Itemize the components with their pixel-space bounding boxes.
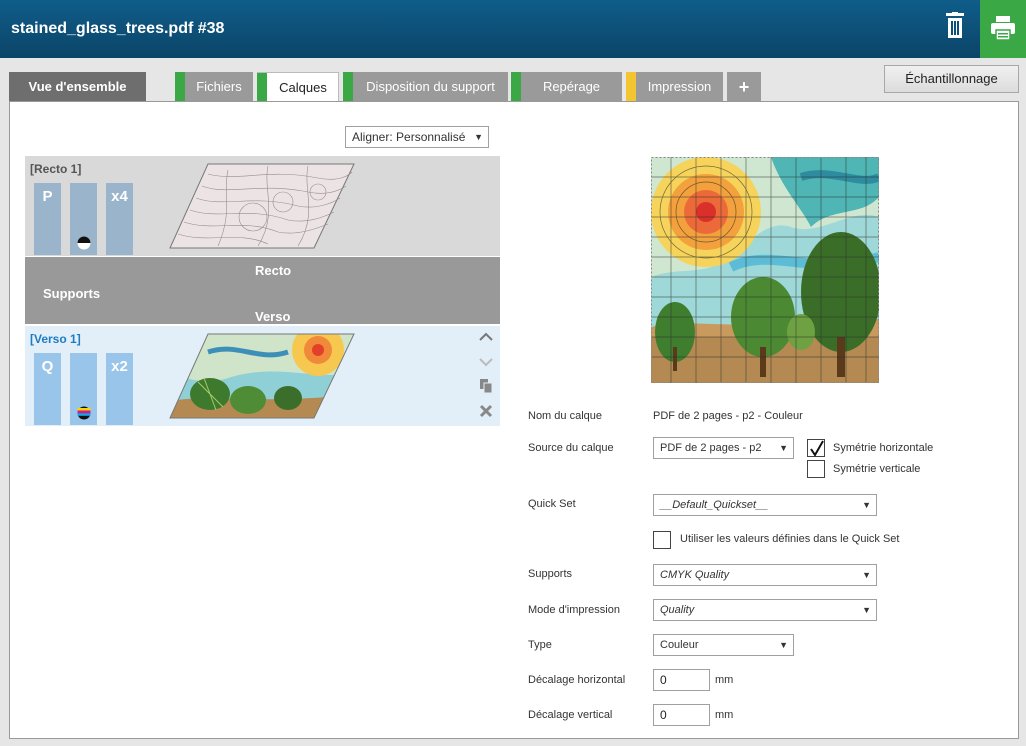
supports-select[interactable]: CMYK Quality ▼ <box>653 564 877 586</box>
tab-layers[interactable]: Calques <box>257 72 339 103</box>
layer-recto-page: P <box>34 183 61 255</box>
window-title: stained_glass_trees.pdf #38 <box>11 20 225 37</box>
print-mode-value: Quality <box>660 604 695 616</box>
chevron-down-icon: ▼ <box>862 500 871 510</box>
offset-horizontal-label: Décalage horizontal <box>528 674 626 686</box>
printer-icon <box>991 16 1015 41</box>
offset-vertical-unit: mm <box>715 709 734 721</box>
layer-verso[interactable]: [Verso 1] Q x2 <box>25 326 500 426</box>
quickset-value: __Default_Quickset__ <box>660 499 769 511</box>
chevron-down-icon: ▼ <box>862 570 871 580</box>
tab-print-status <box>626 72 636 102</box>
layer-preview-image <box>651 157 879 383</box>
mirror-vertical-label: Symétrie verticale <box>833 463 921 475</box>
print-mode-select[interactable]: Quality ▼ <box>653 599 877 621</box>
offset-horizontal-unit: mm <box>715 674 734 686</box>
layer-verso-thumbnail <box>169 333 355 419</box>
tab-print[interactable]: Impression <box>626 72 723 102</box>
tab-overview[interactable]: Vue d'ensemble <box>9 72 146 102</box>
layer-recto-label: [Recto 1] <box>30 162 82 176</box>
layer-recto[interactable]: [Recto 1] P x4 <box>25 156 500 256</box>
layer-recto-copies: x4 <box>106 183 133 255</box>
title-bar: stained_glass_trees.pdf #38 <box>0 0 1026 58</box>
quickset-select[interactable]: __Default_Quickset__ ▼ <box>653 494 877 516</box>
layer-source-select[interactable]: PDF de 2 pages - p2 ▼ <box>653 437 794 459</box>
recto-heading: Recto <box>255 263 292 278</box>
type-value: Couleur <box>660 639 699 651</box>
offset-horizontal-input[interactable]: 0 <box>653 669 710 691</box>
layer-verso-ink <box>70 353 97 425</box>
mirror-horizontal-checkbox[interactable] <box>807 439 825 457</box>
align-select-value: Aligner: Personnalisé <box>352 130 466 144</box>
layer-source-label: Source du calque <box>528 442 614 454</box>
type-select[interactable]: Couleur ▼ <box>653 634 794 656</box>
sampling-button[interactable]: Échantillonnage <box>884 65 1019 93</box>
quickset-label: Quick Set <box>528 498 576 510</box>
add-tab-button[interactable]: + <box>727 72 761 102</box>
layer-verso-page: Q <box>34 353 61 425</box>
layer-name-value: PDF de 2 pages - p2 - Couleur <box>653 410 803 422</box>
trash-icon[interactable] <box>942 12 968 40</box>
move-down-icon[interactable] <box>477 354 495 372</box>
use-quickset-checkbox[interactable] <box>653 531 671 549</box>
print-mode-label: Mode d'impression <box>528 604 620 616</box>
black-ink-icon <box>77 236 91 250</box>
delete-icon[interactable] <box>477 403 495 421</box>
supports-value: CMYK Quality <box>660 569 730 581</box>
use-quickset-label: Utiliser les valeurs définies dans le Qu… <box>680 533 900 545</box>
verso-heading: Verso <box>255 309 291 324</box>
type-label: Type <box>528 639 552 651</box>
tab-files-label: Fichiers <box>196 79 242 94</box>
tab-layers-status <box>257 73 267 103</box>
tab-media-layout-label: Disposition du support <box>366 79 495 94</box>
mirror-vertical-checkbox[interactable] <box>807 460 825 478</box>
chevron-down-icon: ▼ <box>779 640 788 650</box>
print-button[interactable] <box>980 0 1026 58</box>
tab-overview-label: Vue d'ensemble <box>28 79 127 94</box>
align-select[interactable]: Aligner: Personnalisé ▼ <box>345 126 489 148</box>
sides-separator: Recto Supports Verso <box>25 257 500 324</box>
cmyk-ink-icon <box>77 406 91 420</box>
mirror-horizontal-label: Symétrie horizontale <box>833 442 934 454</box>
tab-media-layout[interactable]: Disposition du support <box>343 72 508 102</box>
chevron-down-icon: ▼ <box>474 132 483 142</box>
tab-registration-status <box>511 72 521 102</box>
plus-icon: + <box>738 77 750 97</box>
layer-recto-ink <box>70 183 97 255</box>
layer-source-value: PDF de 2 pages - p2 <box>660 442 762 454</box>
offset-vertical-label: Décalage vertical <box>528 709 613 721</box>
tab-print-label: Impression <box>647 79 712 94</box>
layer-verso-copies: x2 <box>106 353 133 425</box>
tab-media-layout-status <box>343 72 353 102</box>
tab-files-status <box>175 72 185 102</box>
tab-files[interactable]: Fichiers <box>175 72 253 102</box>
tab-layers-label: Calques <box>279 80 327 95</box>
duplicate-icon[interactable] <box>477 378 495 396</box>
offset-vertical-input[interactable]: 0 <box>653 704 710 726</box>
tab-registration-label: Repérage <box>542 79 601 94</box>
tab-registration[interactable]: Repérage <box>511 72 622 102</box>
supports-heading: Supports <box>43 286 101 301</box>
supports-label: Supports <box>528 568 573 580</box>
chevron-down-icon: ▼ <box>779 443 788 453</box>
layer-recto-thumbnail <box>169 163 355 249</box>
move-up-icon[interactable] <box>477 329 495 347</box>
chevron-down-icon: ▼ <box>862 605 871 615</box>
layer-verso-label: [Verso 1] <box>30 332 81 346</box>
checkmark-icon <box>810 440 824 457</box>
layer-name-label: Nom du calque <box>528 410 602 422</box>
